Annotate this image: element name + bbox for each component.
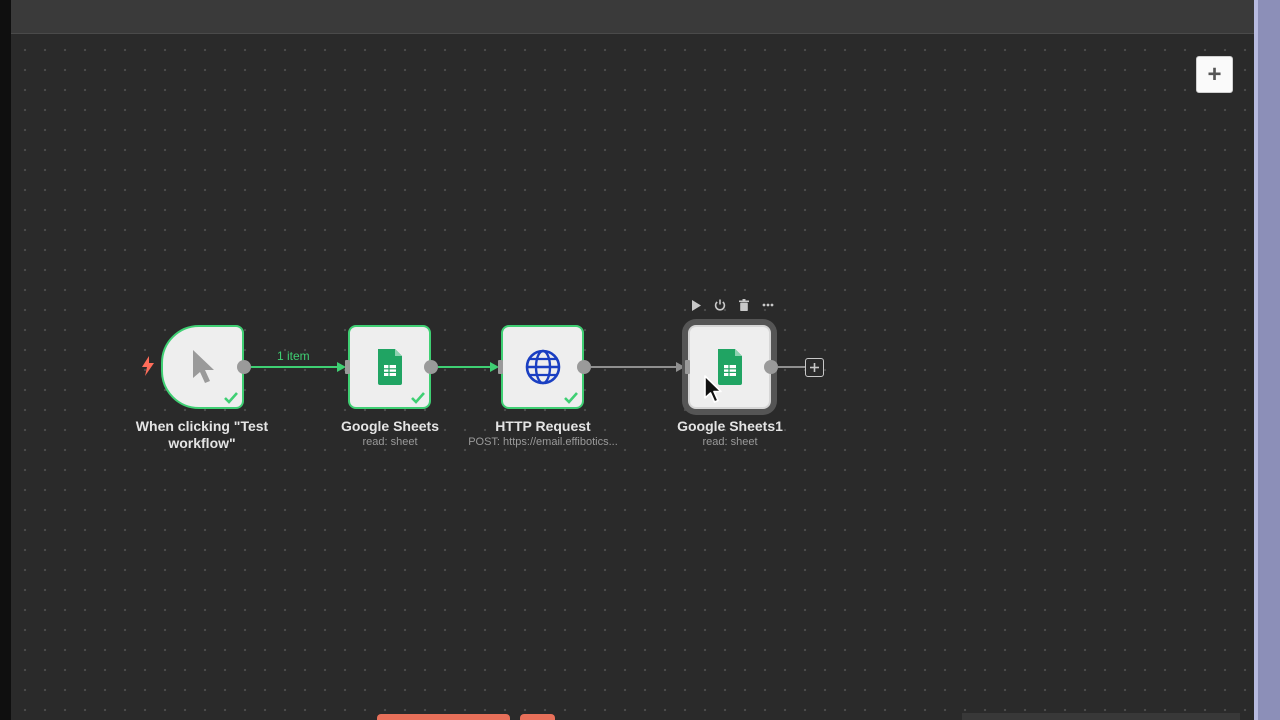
- node-title-sheets: Google Sheets: [340, 418, 440, 434]
- trash-icon: [739, 299, 749, 311]
- n8n-workflow-editor: + 1 item When clicking "Test workflow" G…: [0, 0, 1280, 720]
- http-input-port[interactable]: [498, 360, 503, 374]
- node-http-request[interactable]: [501, 325, 584, 409]
- ellipsis-icon: [762, 303, 774, 307]
- google-sheets-icon: [377, 349, 402, 385]
- secondary-action-button[interactable]: [520, 714, 555, 720]
- connection-sheets-http[interactable]: [438, 362, 499, 372]
- sheets-input-port[interactable]: [345, 360, 350, 374]
- connection-http-sheets1[interactable]: [591, 362, 685, 372]
- trigger-output-port[interactable]: [237, 360, 251, 374]
- delete-node-button[interactable]: [736, 297, 752, 313]
- sheets1-output-port[interactable]: [764, 360, 778, 374]
- globe-icon: [525, 349, 560, 385]
- play-icon: [692, 299, 701, 311]
- sheets-output-port[interactable]: [424, 360, 438, 374]
- node-google-sheets[interactable]: [348, 325, 431, 409]
- mouse-cursor-icon: [704, 375, 722, 403]
- node-manual-trigger[interactable]: [161, 325, 244, 409]
- sheets1-input-port[interactable]: [685, 360, 690, 374]
- node-google-sheets1[interactable]: [688, 325, 771, 409]
- trigger-bolt-icon: [142, 356, 154, 376]
- http-output-port[interactable]: [577, 360, 591, 374]
- plus-icon: [810, 363, 819, 372]
- success-check-icon: [411, 392, 425, 404]
- node-title-http: HTTP Request: [495, 418, 591, 434]
- success-check-icon: [224, 392, 238, 404]
- node-toolbar: [688, 297, 776, 313]
- connection-trigger-sheets[interactable]: [251, 362, 346, 372]
- add-next-node-button[interactable]: [805, 358, 824, 377]
- node-subtitle-http: POST: https://email.effibotics...: [468, 436, 618, 448]
- execute-node-button[interactable]: [688, 297, 704, 313]
- deactivate-node-button[interactable]: [712, 297, 728, 313]
- node-subtitle-sheets1: read: sheet: [702, 436, 758, 448]
- test-workflow-button[interactable]: [377, 714, 510, 720]
- power-icon: [714, 299, 726, 311]
- more-options-button[interactable]: [760, 297, 776, 313]
- bottom-panel-strip: [962, 713, 1240, 720]
- node-title-trigger: When clicking "Test workflow": [135, 418, 269, 451]
- pointer-cursor-icon: [192, 350, 214, 383]
- node-title-sheets1: Google Sheets1: [677, 418, 783, 434]
- success-check-icon: [564, 392, 578, 404]
- edge-item-count: 1 item: [277, 349, 310, 363]
